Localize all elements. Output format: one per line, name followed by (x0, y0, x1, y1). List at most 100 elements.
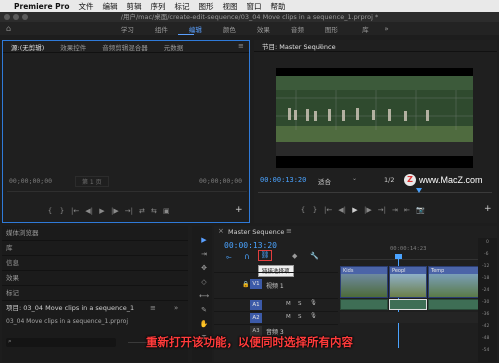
video-clip-people[interactable]: Peopl (389, 266, 427, 298)
add-marker-icon[interactable]: ◆ (292, 252, 297, 260)
timeline-panel-menu-icon[interactable]: ≡ (286, 227, 292, 235)
app-name-menu[interactable]: Premiere Pro (14, 2, 70, 11)
menu-window[interactable]: 窗口 (247, 1, 262, 12)
mark-in-button[interactable]: { (47, 207, 53, 215)
program-add-button[interactable]: + (484, 204, 492, 214)
workspace-effects[interactable]: 效果 (246, 24, 280, 34)
insert-nest-icon[interactable]: ⟜ (226, 253, 232, 262)
workspace-learning[interactable]: 学习 (110, 24, 144, 34)
tab-media-browser[interactable]: 媒体浏览器 (2, 226, 188, 241)
project-tab-row[interactable]: 项目: 03_04 Move clips in a sequence_1 ≡ » (2, 301, 188, 315)
source-page-label[interactable]: 第 1 页 (75, 176, 109, 187)
go-to-out-button[interactable]: →| (125, 207, 133, 215)
lift-button[interactable]: ⇥ (392, 206, 398, 214)
insert-button[interactable]: ⇄ (139, 207, 145, 215)
overwrite-button[interactable]: ⇆ (151, 207, 157, 215)
tab-effect-controls[interactable]: 效果控件 (52, 42, 94, 52)
program-timecode[interactable]: 00:00:13:20 (260, 176, 306, 184)
workspace-libraries[interactable]: 库 (348, 24, 382, 34)
tab-markers[interactable]: 标记 (2, 286, 188, 301)
program-go-to-out-button[interactable]: →| (378, 206, 386, 214)
pen-tool-icon[interactable]: ✎ (198, 304, 210, 316)
home-icon[interactable]: ⌂ (6, 24, 11, 33)
tab-info[interactable]: 信息 (2, 256, 188, 271)
snap-icon[interactable]: ∩ (244, 252, 250, 261)
menu-view[interactable]: 视图 (223, 1, 238, 12)
source-scrubber[interactable] (7, 191, 247, 192)
workspaces-more-icon[interactable]: » (384, 25, 388, 33)
workspace-assembly[interactable]: 组件 (144, 24, 178, 34)
tab-audio-clip-mixer[interactable]: 音频剪辑混合器 (94, 42, 156, 52)
track-a2-solo-button[interactable]: S (298, 314, 302, 320)
export-frame-button[interactable]: ▣ (163, 207, 170, 215)
menu-help[interactable]: 帮助 (271, 1, 286, 12)
menu-markers[interactable]: 标记 (175, 1, 190, 12)
menu-graphics[interactable]: 图形 (199, 1, 214, 12)
fit-dropdown-chevron-icon[interactable]: ⌄ (352, 175, 357, 182)
tab-libraries[interactable]: 库 (2, 241, 188, 256)
timeline-settings-wrench-icon[interactable]: 🔧 (310, 252, 319, 260)
track-a1-voiceover-icon[interactable]: 🎙 (310, 300, 317, 306)
workspace-graphics[interactable]: 图形 (314, 24, 348, 34)
program-go-to-in-button[interactable]: |← (324, 206, 332, 214)
track-v1-lock-icon[interactable]: 🔒 (242, 281, 249, 288)
project-search-field[interactable] (6, 338, 116, 347)
source-panel-menu-icon[interactable]: ≡ (238, 42, 244, 50)
project-file-row[interactable]: 03_04 Move clips in a sequence_1.prproj (2, 315, 188, 327)
track-a1-target[interactable]: A1 (250, 300, 262, 310)
project-panel-menu-icon[interactable]: ≡ (150, 301, 156, 315)
extract-button[interactable]: ⇤ (404, 206, 410, 214)
zoom-window-button[interactable] (22, 14, 28, 20)
audio-clip-a1-people[interactable] (389, 299, 427, 310)
audio-track-a2-lane[interactable] (340, 312, 486, 323)
source-timecode-in[interactable]: 00;00;00;00 (9, 177, 52, 185)
program-resolution-dropdown[interactable]: 1/2 (384, 176, 394, 184)
program-step-forward-button[interactable]: |▶ (364, 206, 372, 214)
tab-metadata[interactable]: 元数据 (156, 42, 192, 52)
step-forward-button[interactable]: |▶ (111, 207, 119, 215)
video-clip-kids[interactable]: Kids (340, 266, 388, 298)
tab-effects[interactable]: 效果 (2, 271, 188, 286)
timeline-tab[interactable]: Master Sequence (228, 228, 284, 236)
program-play-button[interactable]: ▶ (352, 206, 358, 214)
mark-out-button[interactable]: } (59, 207, 65, 215)
program-mark-in-button[interactable]: { (300, 206, 306, 214)
menu-file[interactable]: 文件 (79, 1, 94, 12)
program-export-frame-button[interactable]: 📷 (416, 206, 425, 214)
track-a1-mute-button[interactable]: M (286, 301, 291, 307)
step-back-button[interactable]: ◀| (85, 207, 93, 215)
track-a2-mute-button[interactable]: M (286, 314, 291, 320)
linked-selection-icon[interactable]: ⛓ (258, 250, 272, 261)
track-select-tool-icon[interactable]: ⇥ (198, 248, 210, 260)
source-add-button[interactable]: + (235, 205, 243, 215)
timeline-close-icon[interactable]: × (218, 227, 224, 235)
hand-tool-icon[interactable]: ✋ (198, 318, 210, 330)
tab-program[interactable]: 节目: Master Sequence (254, 41, 344, 51)
program-panel-menu-icon[interactable]: ≡ (318, 42, 324, 50)
workspace-color[interactable]: 颜色 (212, 24, 246, 34)
project-panel-more-icon[interactable]: » (174, 301, 178, 315)
selection-tool-icon[interactable]: ▶ (198, 234, 210, 246)
program-playhead-marker[interactable] (416, 188, 422, 193)
workspace-audio[interactable]: 音频 (280, 24, 314, 34)
ripple-edit-tool-icon[interactable]: ✥ (198, 262, 210, 274)
timeline-timecode[interactable]: 00:00:13:20 (224, 241, 277, 250)
workspace-editing[interactable]: 编辑 (178, 24, 212, 34)
play-button[interactable]: ▶ (99, 207, 105, 215)
program-scrubber[interactable] (258, 192, 492, 193)
track-v1-target[interactable]: V1 (250, 279, 262, 289)
audio-clip-a1-kids[interactable] (340, 299, 388, 310)
program-mark-out-button[interactable]: } (312, 206, 318, 214)
track-a2-target[interactable]: A2 (250, 313, 262, 323)
program-video-frame[interactable] (276, 68, 473, 168)
menu-edit[interactable]: 编辑 (103, 1, 118, 12)
program-fit-dropdown[interactable]: 适合 (318, 176, 331, 186)
tab-source[interactable]: 源:(无剪辑) (3, 42, 52, 52)
program-step-back-button[interactable]: ◀| (338, 206, 346, 214)
timeline-playhead-handle[interactable] (395, 254, 402, 259)
track-a2-voiceover-icon[interactable]: 🎙 (310, 313, 317, 319)
slip-tool-icon[interactable]: ⟷ (198, 290, 210, 302)
track-a1-solo-button[interactable]: S (298, 301, 302, 307)
razor-tool-icon[interactable]: ◇ (198, 276, 210, 288)
minimize-window-button[interactable] (13, 14, 19, 20)
